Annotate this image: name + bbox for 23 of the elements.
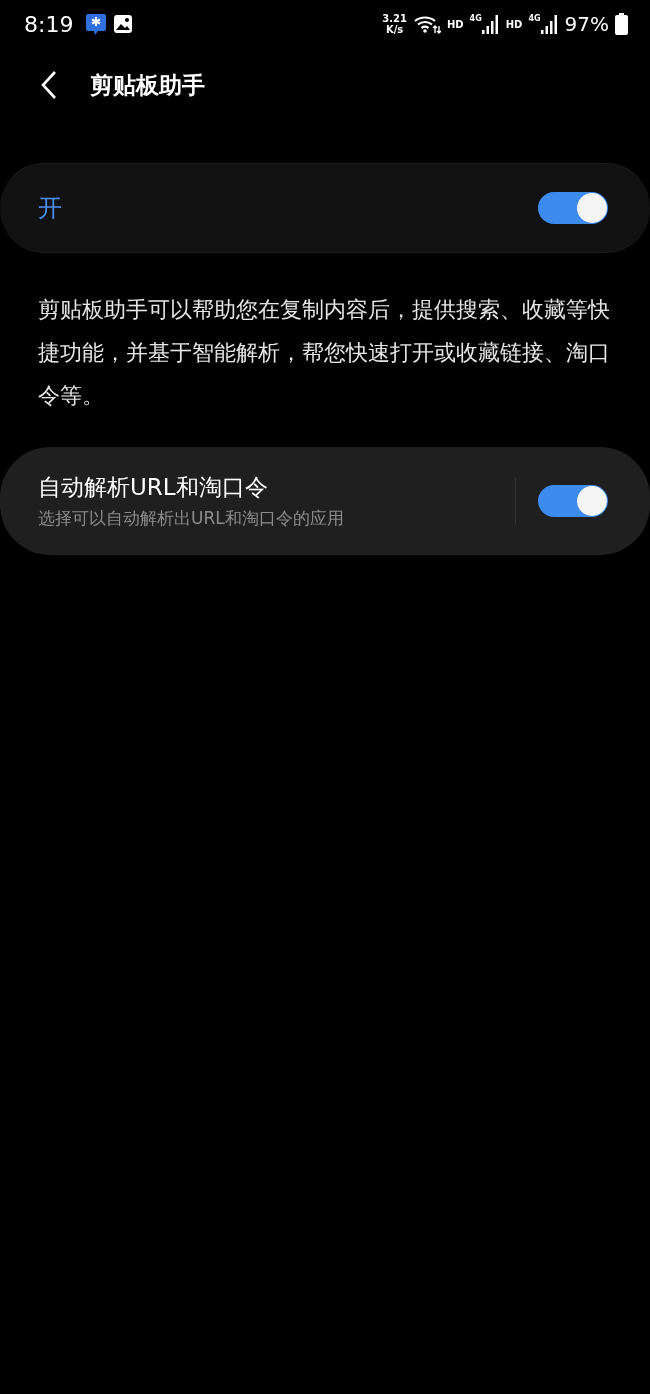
setting-card[interactable]: 自动解析URL和淘口令 选择可以自动解析出URL和淘口令的应用 xyxy=(0,447,650,555)
signal-icon xyxy=(540,14,559,34)
battery-percent: 97% xyxy=(564,12,609,36)
hd-label: HD xyxy=(505,18,523,30)
hd-label: HD xyxy=(446,18,464,30)
clock-time: 8:19 xyxy=(24,11,74,37)
toggle-switch[interactable] xyxy=(538,485,608,517)
wifi-icon xyxy=(412,14,441,34)
switch-label: 开 xyxy=(38,193,62,224)
network-type: 4G xyxy=(528,14,541,23)
description-text: 剪贴板助手可以帮助您在复制内容后，提供搜索、收藏等快捷功能，并基于智能解析，帮您快速打开或收藏链接、淘口令等。 xyxy=(37,296,611,410)
setting-subtitle: 选择可以自动解析出URL和淘口令的应用 xyxy=(38,507,345,530)
battery-icon xyxy=(615,13,628,35)
image-icon xyxy=(113,14,134,34)
network-type: 4G xyxy=(469,14,482,23)
network-speed: 3.21 K/s xyxy=(382,13,407,35)
master-switch-card[interactable]: 开 xyxy=(0,163,650,253)
chat-star-icon xyxy=(85,12,108,36)
back-icon[interactable] xyxy=(40,70,58,100)
page-title: 剪贴板助手 xyxy=(90,70,205,100)
toggle-switch[interactable] xyxy=(538,192,608,224)
signal-icon xyxy=(481,14,500,34)
setting-title: 自动解析URL和淘口令 xyxy=(38,473,269,502)
